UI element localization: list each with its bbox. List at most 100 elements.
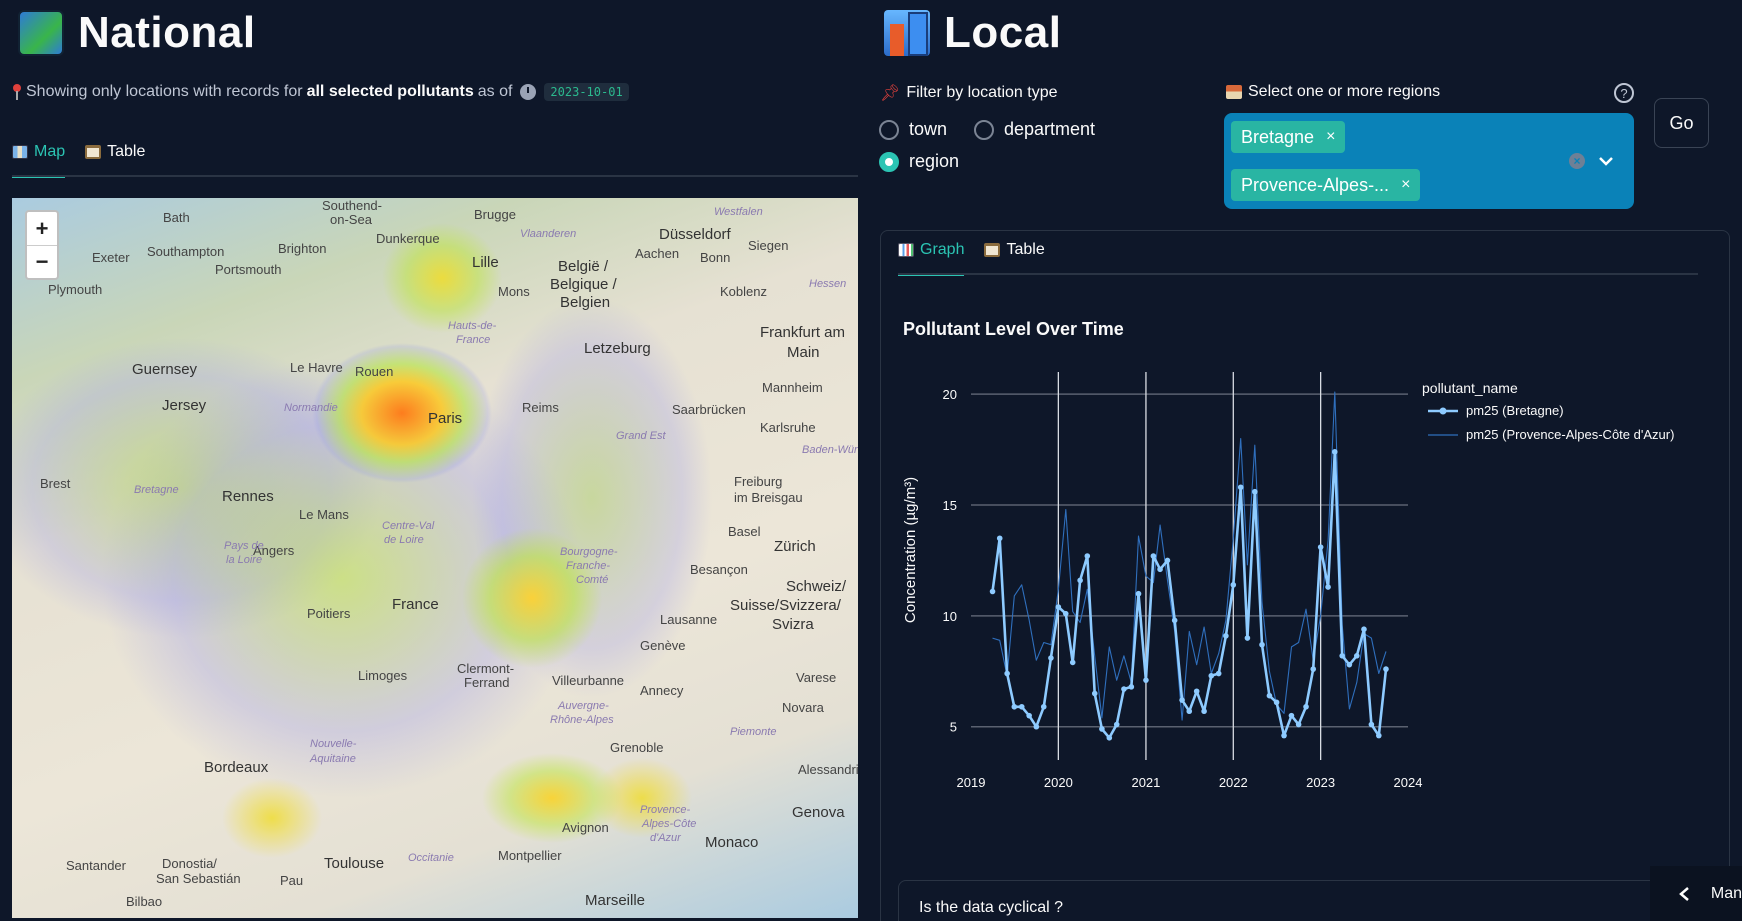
- map-label: Le Havre: [290, 360, 343, 375]
- map-label: Rennes: [222, 488, 274, 505]
- radio-town[interactable]: town: [879, 119, 947, 140]
- map-label: Zürich: [774, 538, 816, 555]
- map-label: Exeter: [92, 250, 130, 265]
- data-point: [1273, 699, 1280, 706]
- caption-prefix: Showing only locations with records for: [26, 83, 303, 100]
- map-label: Reims: [522, 400, 559, 415]
- legend-title: pollutant_name: [1422, 380, 1518, 396]
- sidebar-toggle-label: Man: [1710, 884, 1742, 902]
- data-point: [1179, 697, 1185, 703]
- radio-region[interactable]: region: [879, 151, 959, 172]
- data-point: [1237, 484, 1244, 491]
- data-point: [1361, 626, 1367, 632]
- data-point: [1055, 604, 1062, 610]
- map-label: Besançon: [690, 562, 748, 577]
- help-icon[interactable]: ?: [1614, 83, 1634, 103]
- legend-label: pm25 (Bretagne): [1466, 403, 1564, 418]
- map-label: Main: [787, 344, 820, 361]
- local-title: Local: [944, 8, 1062, 57]
- data-point: [1281, 732, 1287, 739]
- data-point: [1252, 488, 1258, 495]
- data-point: [1339, 652, 1345, 659]
- map-label: im Breisgau: [734, 490, 803, 505]
- map-label: Rouen: [355, 364, 394, 379]
- map-label: Genève: [640, 638, 686, 653]
- legend-item-bretagne[interactable]: pm25 (Bretagne): [1428, 403, 1564, 418]
- sidebar-toggle[interactable]: Man: [1650, 866, 1742, 921]
- map-label: Brighton: [278, 241, 327, 256]
- map-label: Düsseldorf: [659, 226, 731, 243]
- map-label: San Sebastián: [156, 871, 241, 886]
- local-tabs: Graph Table: [898, 241, 1045, 281]
- legend-item-provence[interactable]: pm25 (Provence-Alpes-Côte d'Azur): [1428, 427, 1674, 442]
- world-map-icon: [18, 10, 64, 56]
- chevron-down-icon[interactable]: [1598, 154, 1614, 168]
- region-label: Vlaanderen: [520, 228, 577, 240]
- data-point: [1346, 661, 1353, 668]
- region-label: Piemonte: [730, 726, 777, 738]
- heatmap-map[interactable]: + − Bath Southend- on-Sea Brugge Düsseld…: [12, 198, 858, 918]
- legend-swatch: [1428, 433, 1458, 436]
- tab-local-table[interactable]: Table: [984, 241, 1045, 273]
- region-label: de Loire: [384, 534, 424, 546]
- radio-department-label: department: [1004, 119, 1096, 139]
- y-tick-label: 10: [943, 609, 957, 624]
- data-point: [1026, 712, 1032, 719]
- radio-department[interactable]: department: [974, 119, 1095, 140]
- data-point: [1069, 659, 1076, 666]
- map-label: Bilbao: [126, 894, 163, 909]
- region-multiselect[interactable]: Bretagne × Provence-Alpes-... × ×: [1224, 113, 1634, 209]
- map-label: Brugge: [474, 207, 516, 222]
- map-label: Lausanne: [660, 612, 718, 627]
- data-point: [1106, 735, 1113, 741]
- data-point: [1201, 708, 1207, 715]
- data-point: [1310, 666, 1317, 672]
- tab-graph-label: Graph: [920, 241, 965, 258]
- data-point: [1331, 449, 1338, 455]
- line-chart[interactable]: 5 10 15 20 2019 2020 2021 2022 2023 2024 Concent…: [895, 360, 1425, 800]
- map-label: Bordeaux: [204, 759, 269, 776]
- data-point: [996, 535, 1003, 542]
- legend-label: pm25 (Provence-Alpes-Côte d'Azur): [1466, 427, 1675, 442]
- x-tick-label: 2020: [1044, 775, 1073, 790]
- zoom-in-button[interactable]: +: [27, 212, 57, 245]
- map-label: Bonn: [700, 250, 731, 265]
- national-caption: Showing only locations with records for …: [12, 83, 629, 101]
- clear-all-icon[interactable]: ×: [1569, 153, 1585, 169]
- chip-remove-icon[interactable]: ×: [1326, 128, 1335, 146]
- map-icon: [12, 145, 28, 159]
- map-label: Alessandria: [798, 762, 858, 777]
- y-tick-label: 5: [950, 720, 957, 735]
- go-button[interactable]: Go: [1654, 98, 1709, 148]
- region-label: Centre-Val: [382, 520, 435, 532]
- national-tabs: Map Table: [12, 143, 145, 183]
- data-point: [1208, 672, 1215, 679]
- city-icon: [884, 10, 930, 56]
- cyclical-expander[interactable]: Is the data cyclical ?: [898, 880, 1658, 921]
- data-point: [1171, 617, 1178, 624]
- map-label: Frankfurt am: [760, 324, 846, 341]
- region-label: Rhône-Alpes: [550, 714, 614, 726]
- radio-town-label: town: [909, 119, 948, 139]
- region-label: Franche-: [566, 560, 611, 572]
- clock-icon: [520, 84, 537, 100]
- region-label: France: [456, 334, 491, 346]
- map-label: Suisse/Svizzera/: [730, 597, 841, 614]
- data-point: [1295, 721, 1302, 728]
- map-label: Brest: [40, 476, 71, 491]
- map-label: Le Mans: [299, 507, 349, 522]
- data-point: [1288, 712, 1295, 719]
- tab-table[interactable]: Table: [85, 143, 145, 175]
- tab-table-label: Table: [107, 143, 146, 160]
- chart-series: [989, 391, 1389, 741]
- data-point: [1368, 721, 1375, 728]
- region-label: Baden-Württem: [802, 444, 858, 456]
- map-label: Donostia/: [162, 856, 217, 871]
- chip-remove-icon[interactable]: ×: [1401, 176, 1410, 194]
- zoom-out-button[interactable]: −: [27, 245, 57, 278]
- zoom-control: + −: [25, 210, 59, 280]
- x-axis-ticks: 2019 2020 2021 2022 2023 2024: [957, 775, 1423, 790]
- map-label: Paris: [428, 410, 463, 427]
- tab-graph[interactable]: Graph: [898, 241, 965, 276]
- tab-map[interactable]: Map: [12, 143, 66, 178]
